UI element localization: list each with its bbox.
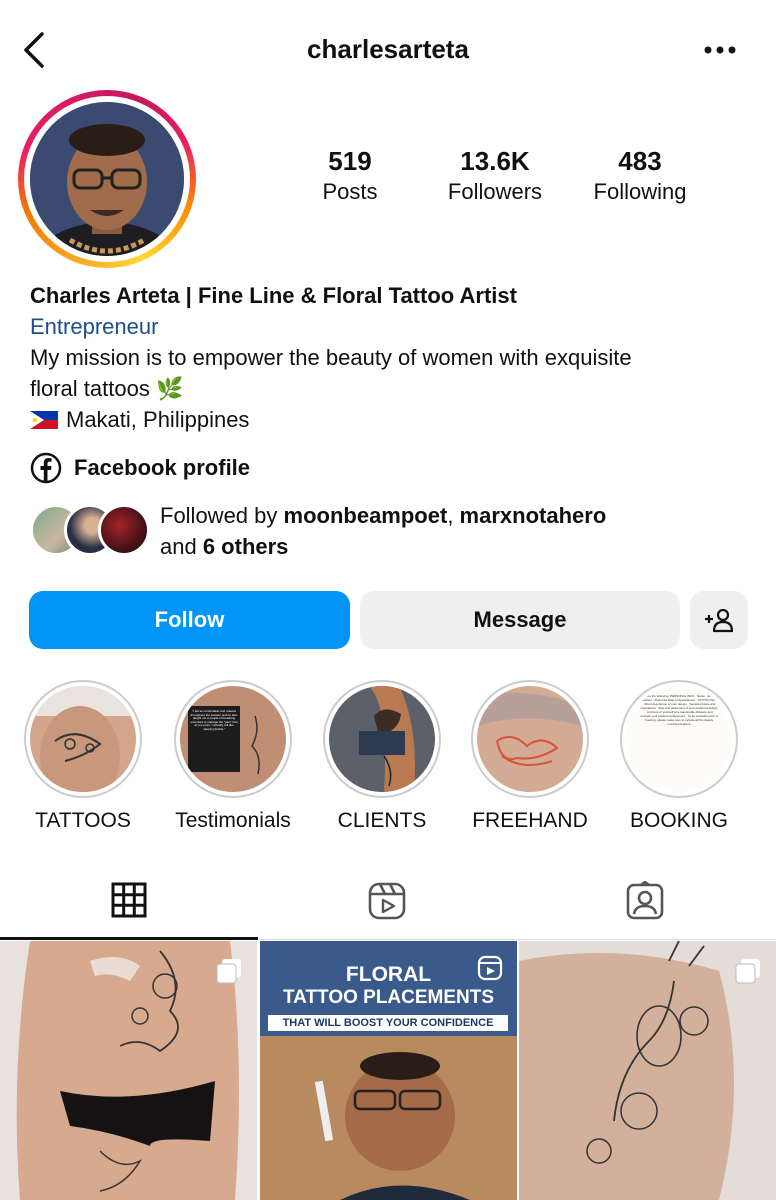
posts-count: 519: [328, 146, 372, 176]
tab-tagged[interactable]: [516, 862, 774, 940]
reel-thumbnail[interactable]: FLORAL TATTOO PLACEMENTS THAT WILL BOOST…: [260, 941, 517, 1200]
bio-text-line-1: My mission is to empower the beauty of w…: [30, 345, 632, 370]
highlight-cover: [477, 686, 583, 792]
tagged-icon: [626, 881, 664, 920]
grid-icon: [111, 882, 147, 917]
and-text: and: [160, 534, 203, 559]
category-label: Entrepreneur: [30, 314, 159, 339]
facebook-icon: [30, 452, 62, 484]
follow-button[interactable]: Follow: [29, 591, 350, 649]
posts-label: Posts: [322, 179, 378, 204]
facebook-link-label: Facebook profile: [74, 455, 251, 480]
following-count: 483: [618, 146, 662, 176]
followers-label: Followers: [447, 179, 543, 204]
profile-stats: 519 Posts 13.6K Followers 483 Following: [290, 145, 730, 215]
highlight-label: CLIENTS: [337, 809, 427, 832]
highlight-freehand[interactable]: FREEHAND: [455, 680, 605, 834]
content-tabs: [0, 862, 776, 940]
location-text: Makati, Philippines: [66, 407, 250, 432]
followed-by-prefix: Followed by: [160, 503, 284, 528]
separator: ,: [447, 503, 460, 528]
post-thumbnail[interactable]: [0, 941, 257, 1200]
more-horizontal-icon[interactable]: [700, 38, 740, 62]
highlight-tattoos[interactable]: TATTOOS: [8, 680, 158, 834]
highlight-testimonials[interactable]: "I felt so comfortable and relaxed throu…: [158, 680, 308, 834]
post-thumbnail[interactable]: [519, 941, 776, 1200]
mutual-avatar: [98, 504, 150, 556]
posts-stat[interactable]: 519 Posts: [275, 145, 425, 207]
highlight-cover: [329, 686, 435, 792]
followed-by-text: Followed by moonbeampoet, marxnotahero a…: [160, 500, 606, 562]
bio: Charles Arteta | Fine Line & Floral Tatt…: [30, 280, 750, 435]
mutual-username-2[interactable]: marxnotahero: [460, 503, 607, 528]
carousel-icon: [216, 959, 241, 984]
tab-reels[interactable]: [258, 862, 516, 940]
tab-posts[interactable]: [0, 862, 258, 940]
profile-username: charlesarteta: [307, 34, 469, 64]
avatar: [30, 102, 184, 256]
display-name: Charles Arteta | Fine Line & Floral Tatt…: [30, 283, 517, 308]
add-person-icon: [705, 608, 734, 633]
highlight-clients[interactable]: CLIENTS: [307, 680, 457, 834]
highlight-label: BOOKING: [629, 809, 729, 832]
booking-instructions: provide the following: PERSONAL INFO · N…: [640, 694, 718, 726]
reel-badge-icon: [477, 955, 503, 981]
followers-stat[interactable]: 13.6K Followers: [420, 145, 570, 207]
post-grid: FLORAL TATTOO PLACEMENTS THAT WILL BOOST…: [0, 941, 776, 1200]
testimonial-quote: "I felt so comfortable and relaxed throu…: [190, 710, 238, 731]
highlight-cover: provide the following: PERSONAL INFO · N…: [626, 686, 732, 792]
top-bar: charlesarteta: [0, 0, 776, 100]
reel-title-line-2: TATTOO PLACEMENTS: [282, 987, 495, 1008]
followers-count: 13.6K: [460, 146, 530, 176]
bio-text-line-2: floral tattoos 🌿: [30, 376, 184, 401]
mutual-username-1[interactable]: moonbeampoet: [284, 503, 448, 528]
carousel-icon: [735, 959, 760, 984]
following-stat[interactable]: 483 Following: [565, 145, 715, 207]
highlight-booking[interactable]: provide the following: PERSONAL INFO · N…: [604, 680, 754, 834]
reels-icon: [368, 882, 406, 920]
facebook-link[interactable]: Facebook profile: [30, 452, 250, 484]
highlight-label: FREEHAND: [472, 809, 588, 832]
highlight-cover: [30, 686, 136, 792]
message-button[interactable]: Message: [360, 591, 680, 649]
highlight-label: Testimonials: [175, 809, 291, 832]
story-ring[interactable]: [18, 90, 196, 268]
suggest-people-button[interactable]: [690, 591, 748, 649]
following-label: Following: [593, 179, 687, 204]
others-count[interactable]: 6 others: [203, 534, 289, 559]
mutual-followers[interactable]: Followed by moonbeampoet, marxnotahero a…: [30, 500, 750, 562]
location-line: Makati, Philippines: [30, 404, 750, 435]
highlight-label: TATTOOS: [35, 809, 131, 832]
reel-subtitle: THAT WILL BOOST YOUR CONFIDENCE: [268, 1015, 508, 1031]
philippines-flag-icon: [30, 411, 58, 429]
highlight-cover: "I felt so comfortable and relaxed throu…: [180, 686, 286, 792]
